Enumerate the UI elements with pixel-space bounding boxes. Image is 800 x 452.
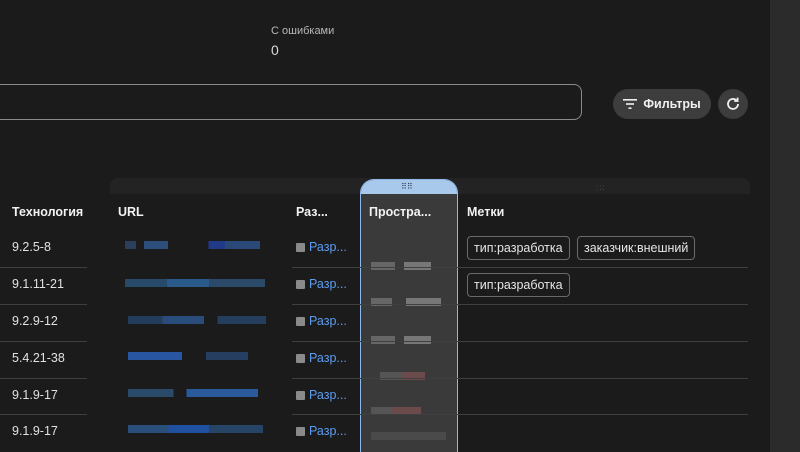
url-redacted[interactable]: [125, 241, 260, 249]
filters-button[interactable]: Фильтры: [613, 89, 711, 119]
cell-technology: 9.1.9-17: [12, 424, 58, 438]
url-redacted[interactable]: [128, 389, 258, 397]
cell-technology: 5.4.21-38: [12, 351, 65, 365]
tag-customer-external: заказчик:внешний: [577, 236, 696, 260]
cell-technology: 9.2.5-8: [12, 240, 51, 254]
filter-lines-icon: [623, 99, 638, 109]
search-input[interactable]: [0, 84, 582, 120]
url-redacted[interactable]: [128, 316, 266, 324]
row-divider: [0, 414, 87, 415]
column-resize-handle[interactable]: :::: [596, 183, 606, 192]
refresh-icon: [727, 97, 739, 110]
developer-icon: [296, 354, 305, 363]
row-divider: [292, 378, 748, 379]
developer-link[interactable]: Разр...: [296, 424, 347, 438]
drag-grip-icon: ⠿⠿: [401, 182, 413, 191]
row-divider: [292, 341, 748, 342]
row-divider: [292, 267, 748, 268]
developer-icon: [296, 280, 305, 289]
developer-icon: [296, 427, 305, 436]
space-redacted: [371, 432, 446, 440]
developer-link[interactable]: Разр...: [296, 240, 347, 254]
space-redacted: [371, 262, 431, 270]
developer-link[interactable]: Разр...: [296, 277, 347, 291]
row-divider: [0, 378, 87, 379]
filters-button-label: Фильтры: [643, 97, 701, 111]
errors-stat-label: С ошибками: [271, 25, 335, 37]
url-redacted[interactable]: [128, 425, 263, 433]
developer-link[interactable]: Разр...: [296, 314, 347, 328]
cell-technology: 9.2.9-12: [12, 314, 58, 328]
url-redacted[interactable]: [125, 279, 265, 287]
tag-type-dev: тип:разработка: [467, 236, 570, 260]
row-divider: [0, 341, 87, 342]
row-divider: [0, 304, 87, 305]
header-space[interactable]: Простра...: [369, 205, 431, 219]
url-redacted[interactable]: [128, 352, 248, 360]
column-drag-handle[interactable]: ⠿⠿: [361, 180, 457, 194]
header-developer[interactable]: Раз...: [296, 205, 328, 219]
cell-technology: 9.1.11-21: [12, 277, 64, 291]
developer-icon: [296, 391, 305, 400]
row-divider: [0, 267, 87, 268]
developer-icon: [296, 243, 305, 252]
space-redacted: [371, 336, 431, 344]
header-url[interactable]: URL: [118, 205, 144, 219]
row-divider: [292, 414, 748, 415]
right-panel-edge: [770, 0, 800, 452]
row-divider: [292, 304, 748, 305]
developer-link[interactable]: Разр...: [296, 388, 347, 402]
developer-link[interactable]: Разр...: [296, 351, 347, 365]
refresh-button[interactable]: [718, 89, 748, 119]
errors-stat-value: 0: [271, 42, 279, 58]
developer-icon: [296, 317, 305, 326]
header-tags[interactable]: Метки: [467, 205, 504, 219]
cell-technology: 9.1.9-17: [12, 388, 58, 402]
header-technology[interactable]: Технология: [12, 205, 83, 219]
tag-type-dev: тип:разработка: [467, 273, 570, 297]
